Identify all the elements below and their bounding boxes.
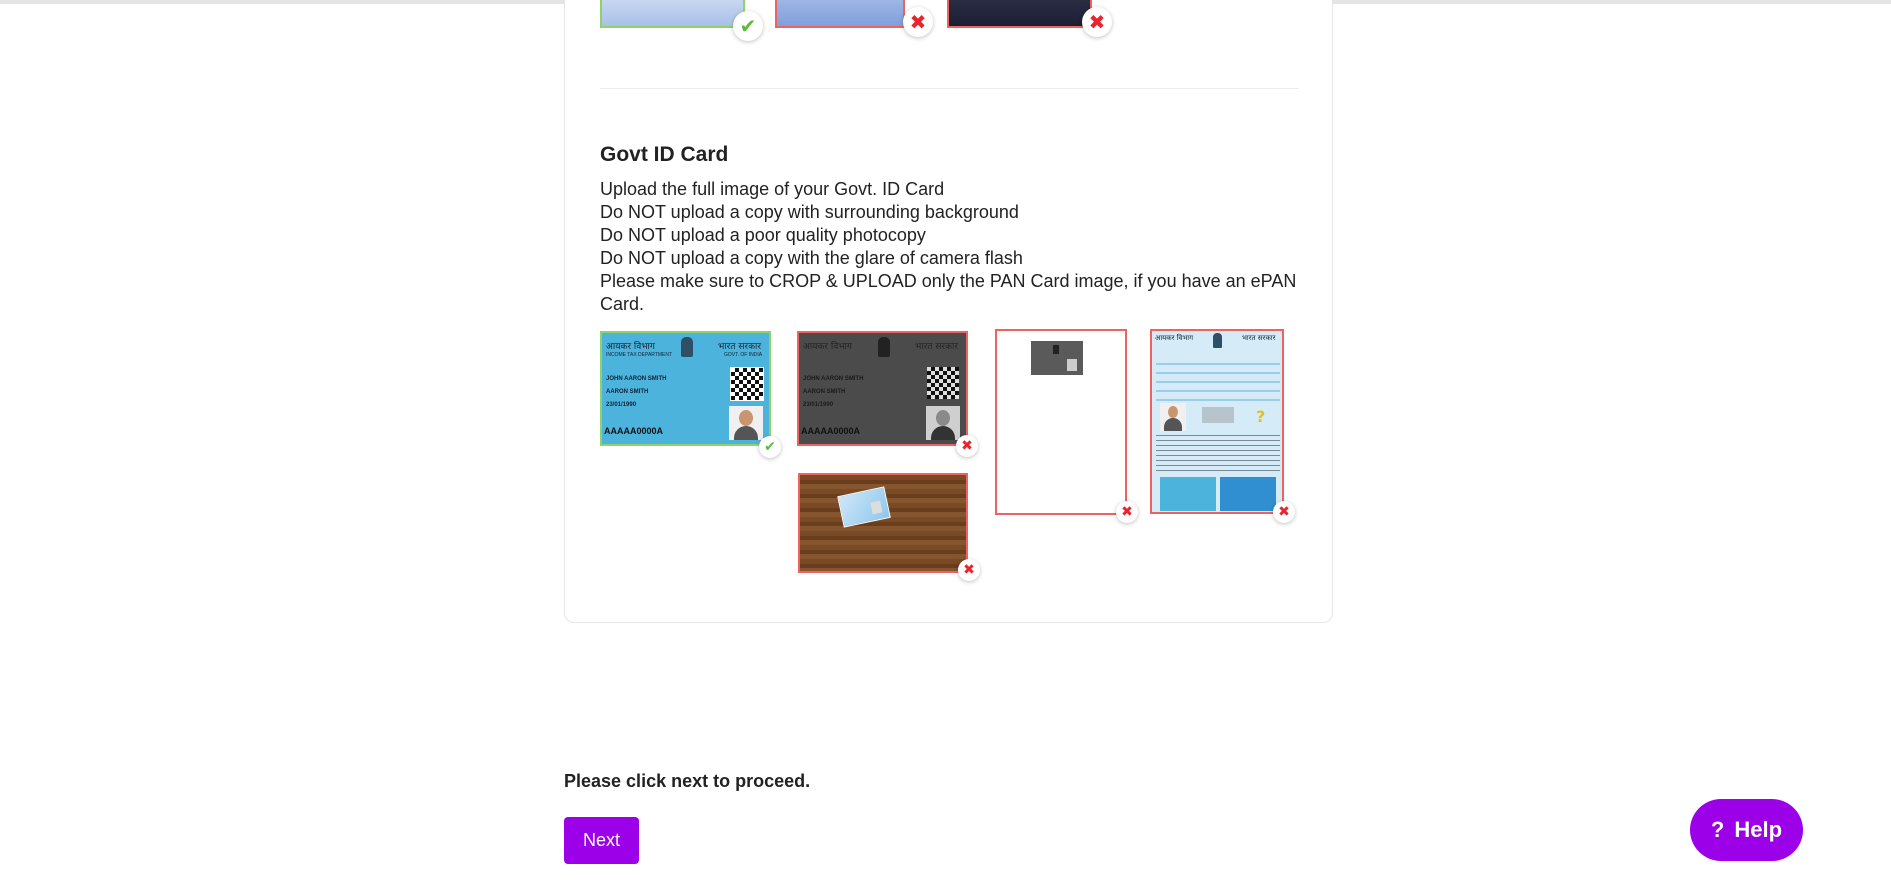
card-dept-english: INCOME TAX DEPARTMENT: [606, 352, 673, 358]
section-title: Govt ID Card: [600, 143, 729, 166]
small-card-thumbnail: [837, 486, 891, 528]
instruction-item: Do NOT upload a copy with surrounding ba…: [600, 202, 1019, 222]
card-govt-hindi: भारत सरकार: [718, 342, 762, 352]
card-name: JOHN AARON SMITH: [606, 376, 667, 382]
emblem-icon: [878, 337, 890, 357]
card-dob: 23/01/1990: [803, 402, 834, 408]
photo-example-accepted: [600, 0, 745, 28]
card-father-name: AARON SMITH: [803, 389, 846, 395]
question-icon: ?: [1710, 817, 1725, 842]
instructions-list: Upload the full image of your Govt. ID C…: [600, 178, 1300, 316]
emblem-icon: [681, 337, 693, 357]
id-example-epan-document: आयकर विभाग भारत सरकार ?: [1150, 329, 1284, 514]
card-govt-english: GOVT. OF INDIA: [724, 352, 763, 358]
qr-code-icon: [927, 367, 959, 399]
help-label: Help: [1734, 817, 1783, 842]
epan-card-image: [1160, 477, 1216, 511]
epan-card-back: [1220, 477, 1276, 511]
cross-icon: ✖: [1116, 501, 1138, 523]
portrait-photo: [926, 406, 960, 440]
card-dob: 23/01/1990: [606, 402, 637, 408]
emblem-icon: [1213, 333, 1222, 348]
portrait-photo: [729, 406, 763, 440]
instruction-item: Upload the full image of your Govt. ID C…: [600, 179, 945, 199]
portrait-photo: [1160, 403, 1186, 431]
qr-code-icon: [730, 367, 764, 401]
instruction-item: Please make sure to CROP & UPLOAD only t…: [600, 271, 1297, 314]
check-icon: ✔: [733, 11, 763, 41]
cross-icon: ✖: [958, 559, 980, 581]
next-button[interactable]: Next: [564, 817, 639, 864]
section-divider: [600, 88, 1299, 89]
cross-icon: ✖: [1273, 501, 1295, 523]
card-father-name: AARON SMITH: [606, 389, 649, 395]
epan-text-lines: [1156, 435, 1280, 471]
instruction-item: Do NOT upload a poor quality photocopy: [600, 225, 926, 245]
card-dept-hindi: आयकर विभाग: [1155, 334, 1194, 342]
card-name: JOHN AARON SMITH: [803, 376, 864, 382]
card-govt-hindi: भारत सरकार: [1242, 334, 1276, 342]
photo-example-rejected-2: [947, 0, 1092, 28]
small-card-thumbnail: [1031, 341, 1083, 375]
help-button[interactable]: ? Help: [1690, 799, 1803, 861]
id-example-blank-page: [995, 329, 1127, 515]
instruction-item: Do NOT upload a copy with the glare of c…: [600, 248, 1023, 268]
id-example-dark-photocopy: आयकर विभाग भारत सरकार JOHN AARON SMITH A…: [797, 331, 968, 446]
card-dept-hindi: आयकर विभाग: [803, 342, 852, 352]
cross-icon: ✖: [956, 435, 978, 457]
card-govt-hindi: भारत सरकार: [915, 342, 959, 352]
check-icon: ✔: [759, 436, 781, 458]
card-dept-hindi: आयकर विभाग: [606, 342, 655, 352]
cross-icon: ✖: [1082, 7, 1112, 37]
card-pan-number: AAAAA0000A: [604, 426, 664, 436]
epan-field-lines: [1156, 363, 1280, 403]
proceed-prompt: Please click next to proceed.: [564, 771, 811, 791]
signature-box: [1202, 407, 1234, 423]
photo-example-rejected-1: [775, 0, 905, 28]
id-example-wood-background: [798, 473, 968, 573]
cross-icon: ✖: [903, 7, 933, 37]
question-mark-icon: ?: [1256, 407, 1266, 426]
id-example-accepted: आयकर विभाग भारत सरकार INCOME TAX DEPARTM…: [600, 331, 771, 446]
card-pan-number: AAAAA0000A: [801, 426, 861, 436]
